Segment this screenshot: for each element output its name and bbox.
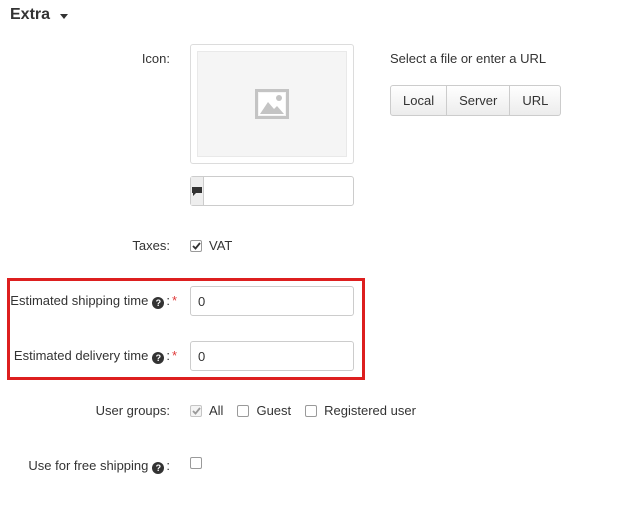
comment-icon <box>191 177 204 205</box>
help-icon[interactable]: ? <box>152 297 165 309</box>
shipping-time-colon: : <box>166 293 170 308</box>
vat-option: VAT <box>190 238 246 253</box>
alt-text-input[interactable] <box>204 177 392 205</box>
free-shipping-label: Use for free shipping?: <box>28 458 170 474</box>
help-icon[interactable]: ? <box>152 462 165 474</box>
required-marker: * <box>171 293 177 308</box>
local-button[interactable]: Local <box>390 85 448 116</box>
url-button[interactable]: URL <box>510 85 562 116</box>
file-source-buttons: Local Server URL <box>390 85 562 116</box>
all-checkbox[interactable] <box>190 404 202 417</box>
select-file-hint: Select a file or enter a URL <box>390 51 547 66</box>
free-shipping-label-text: Use for free shipping <box>28 458 149 473</box>
guest-label: Guest <box>256 403 292 418</box>
caret-down-icon <box>60 13 69 19</box>
taxes-label: Taxes: <box>132 238 170 253</box>
image-placeholder-icon <box>255 89 289 119</box>
all-label: All <box>209 403 224 418</box>
delivery-time-label: Estimated delivery time?: * <box>14 348 177 364</box>
shipping-time-label-text: Estimated shipping time <box>10 293 149 308</box>
registered-user-checkbox[interactable] <box>305 404 318 417</box>
checkmark-icon <box>191 406 201 415</box>
required-marker: * <box>171 348 177 363</box>
section-title-text: Extra <box>10 6 51 23</box>
user-groups-label: User groups: <box>95 403 170 418</box>
shipping-time-label: Estimated shipping time?: * <box>10 293 177 309</box>
registered-user-label: Registered user <box>324 403 416 418</box>
delivery-time-label-text: Estimated delivery time <box>13 348 149 363</box>
icon-preview <box>190 44 354 164</box>
guest-checkbox[interactable] <box>237 404 250 417</box>
free-shipping-colon: : <box>166 458 170 473</box>
vat-label: VAT <box>209 238 233 253</box>
delivery-time-colon: : <box>166 348 170 363</box>
alt-text-field[interactable] <box>190 176 392 206</box>
section-title[interactable]: Extra <box>10 6 69 24</box>
delivery-time-input[interactable] <box>190 341 354 371</box>
free-shipping-checkbox[interactable] <box>190 457 202 469</box>
user-groups-options: All Guest Registered user <box>190 403 430 418</box>
shipping-time-input[interactable] <box>190 286 354 316</box>
server-button[interactable]: Server <box>447 85 511 116</box>
icon-label: Icon: <box>141 51 170 66</box>
checkmark-icon <box>191 241 201 250</box>
help-icon[interactable]: ? <box>152 352 165 364</box>
vat-checkbox[interactable] <box>190 239 202 252</box>
